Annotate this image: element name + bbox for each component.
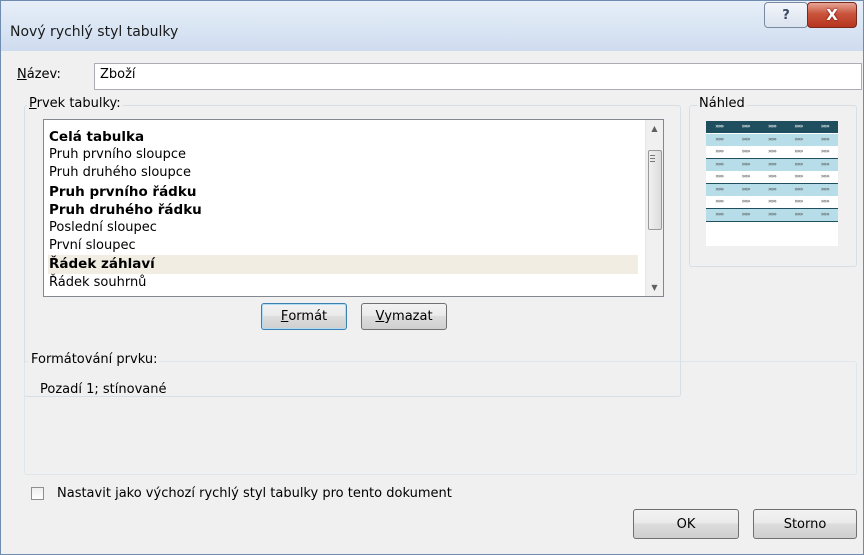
preview-cell: »»» bbox=[715, 160, 724, 168]
default-style-checkbox[interactable] bbox=[31, 487, 44, 500]
help-button[interactable]: ? bbox=[764, 2, 808, 28]
preview-cell: »»» bbox=[715, 135, 724, 143]
list-item[interactable]: Řádek záhlaví bbox=[48, 255, 638, 274]
preview-cell: »»» bbox=[794, 135, 803, 143]
scroll-up-icon[interactable]: ▲ bbox=[646, 120, 663, 137]
preview-cell: »»» bbox=[715, 123, 724, 130]
preview-cell: »»» bbox=[715, 173, 724, 180]
help-icon: ? bbox=[782, 7, 790, 23]
preview-table: »»»»»»»»»»»»»»»»»»»»»»»»»»»»»»»»»»»»»»»»… bbox=[706, 121, 838, 246]
preview-cell: »»» bbox=[715, 185, 724, 193]
preview-cell: »»» bbox=[767, 148, 777, 155]
preview-cell: »»» bbox=[820, 135, 830, 143]
preview-cell: »»» bbox=[767, 210, 777, 218]
preview-row: »»» »»» »»» »»» »»» bbox=[706, 196, 838, 209]
list-item[interactable]: Pruh prvního sloupce bbox=[48, 146, 638, 164]
list-item[interactable]: Pruh druhého sloupce bbox=[48, 164, 638, 182]
preview-row: »»» »»» »»» »»» »»» bbox=[706, 171, 838, 184]
preview-row: »»» »»» »»» »»» »»» bbox=[706, 158, 838, 172]
preview-row: »»» »»» »»» »»» »»» bbox=[706, 146, 838, 159]
scroll-grip-icon bbox=[650, 155, 655, 156]
list-item[interactable]: Řádek souhrnů bbox=[48, 274, 638, 292]
list-item[interactable]: Poslední sloupec bbox=[48, 219, 638, 237]
list-item[interactable]: První sloupec bbox=[48, 237, 638, 255]
list-item[interactable]: Pruh druhého řádku bbox=[48, 201, 638, 219]
element-formatting-group bbox=[24, 361, 857, 475]
preview-cell: »»» bbox=[820, 173, 830, 180]
preview-cell: »»» bbox=[715, 210, 724, 218]
preview-cell: »»» bbox=[741, 173, 751, 180]
preview-cell: »»» bbox=[741, 148, 751, 155]
preview-cell: »»» bbox=[794, 210, 803, 218]
preview-label: Náhled bbox=[697, 96, 747, 111]
preview-cell: »»» bbox=[767, 135, 777, 143]
list-item[interactable]: Pruh prvního řádku bbox=[48, 183, 638, 201]
name-label: Název: bbox=[17, 67, 61, 82]
table-element-label: Prvek tabulky: bbox=[27, 96, 123, 111]
element-formatting-label: Formátování prvku: bbox=[29, 352, 160, 367]
preview-cell: »»» bbox=[741, 135, 751, 143]
preview-cell: »»» bbox=[767, 160, 777, 168]
format-button[interactable]: Formát bbox=[261, 303, 347, 330]
preview-cell: »»» bbox=[767, 123, 777, 130]
name-input[interactable]: Zboží bbox=[94, 63, 862, 90]
default-style-label: Nastavit jako výchozí rychlý styl tabulk… bbox=[57, 486, 452, 501]
preview-row: »»» »»» »»» »»» »»» bbox=[706, 208, 838, 222]
preview-cell: »»» bbox=[794, 198, 803, 205]
dialog-window: Nový rychlý styl tabulky ? X Název: Zbož… bbox=[0, 0, 864, 555]
element-formatting-description: Pozadí 1; stínované bbox=[40, 382, 167, 397]
preview-cell: »»» bbox=[820, 160, 830, 168]
preview-row: »»» »»» »»» »»» »»» bbox=[706, 133, 838, 147]
dialog-body: Název: Zboží Prvek tabulky: Celá tabulka… bbox=[7, 51, 862, 548]
preview-cell: »»» bbox=[715, 148, 724, 155]
preview-cell: »»» bbox=[820, 148, 830, 155]
preview-cell: »»» bbox=[741, 185, 751, 193]
ok-button[interactable]: OK bbox=[633, 509, 739, 539]
scroll-down-icon[interactable]: ▼ bbox=[646, 279, 663, 296]
preview-cell: »»» bbox=[794, 160, 803, 168]
preview-cell: »»» bbox=[741, 198, 751, 205]
preview-row: »»» »»» »»» »»» »»» bbox=[706, 183, 838, 197]
list-scrollbar[interactable]: ▲ ▼ bbox=[645, 120, 663, 296]
preview-cell: »»» bbox=[794, 123, 803, 130]
preview-cell: »»» bbox=[820, 123, 830, 130]
preview-cell: »»» bbox=[794, 148, 803, 155]
preview-cell: »»» bbox=[820, 185, 830, 193]
preview-cell: »»» bbox=[741, 123, 751, 130]
preview-cell: »»» bbox=[794, 185, 803, 193]
preview-cell: »»» bbox=[767, 198, 777, 205]
preview-cell: »»» bbox=[767, 173, 777, 180]
list-item[interactable]: Celá tabulka bbox=[48, 128, 638, 146]
close-icon: X bbox=[826, 6, 838, 24]
table-element-list[interactable]: Celá tabulka Pruh prvního sloupce Pruh dru… bbox=[43, 119, 664, 297]
preview-cell: »»» bbox=[794, 173, 803, 180]
preview-cell: »»» bbox=[741, 160, 751, 168]
cancel-button[interactable]: Storno bbox=[753, 509, 857, 539]
clear-button[interactable]: Vymazat bbox=[361, 303, 447, 330]
preview-cell: »»» bbox=[820, 210, 830, 218]
scroll-thumb[interactable] bbox=[648, 150, 662, 230]
preview-cell: »»» bbox=[715, 198, 724, 205]
preview-cell: »»» bbox=[741, 210, 751, 218]
dialog-title: Nový rychlý styl tabulky bbox=[10, 24, 179, 40]
preview-header-row: »»» »»» »»» »»» »»» bbox=[706, 121, 838, 133]
title-bar: Nový rychlý styl tabulky ? X bbox=[1, 1, 863, 51]
preview-cell: »»» bbox=[767, 185, 777, 193]
close-button[interactable]: X bbox=[807, 2, 857, 28]
preview-cell: »»» bbox=[820, 198, 830, 205]
